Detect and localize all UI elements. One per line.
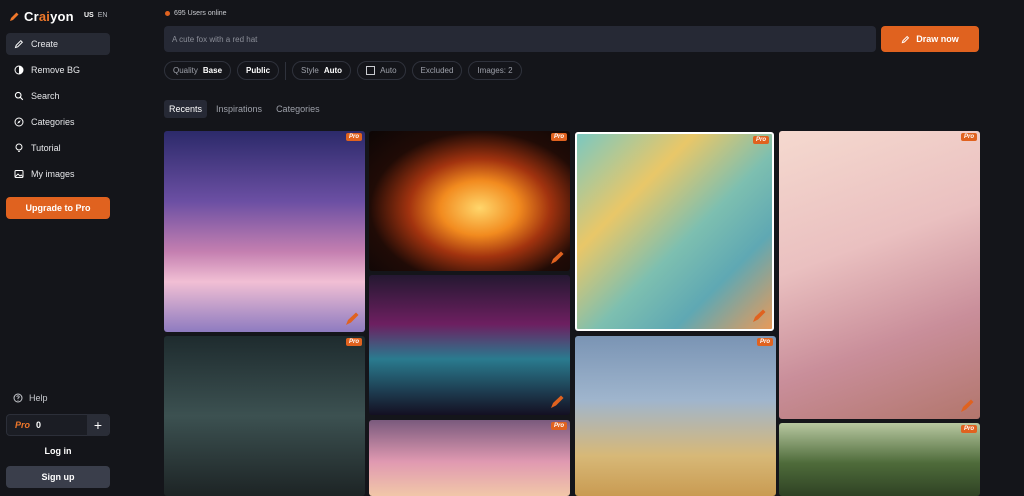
sidebar-item-remove-bg[interactable]: Remove BG [6, 59, 110, 81]
signup-button[interactable]: Sign up [6, 466, 110, 488]
upgrade-to-pro-button[interactable]: Upgrade to Pro [6, 197, 110, 219]
tab-categories[interactable]: Categories [271, 100, 325, 118]
gallery-image-burning-laptop[interactable]: Pro [369, 131, 570, 271]
gallery-image-colorful-illustration[interactable]: Pro [575, 132, 774, 331]
images-count-selector[interactable]: Images: 2 [468, 61, 522, 80]
login-button[interactable]: Log in [6, 441, 110, 461]
sidebar-item-my-images[interactable]: My images [6, 163, 110, 185]
style-value: Auto [323, 66, 343, 75]
credits-pro-label: Pro [15, 420, 31, 430]
image-icon [14, 170, 24, 178]
quality-selector[interactable]: Quality Base [164, 61, 232, 80]
edit-brush-icon[interactable] [549, 394, 565, 410]
online-dot-icon [165, 11, 170, 16]
tab-inspirations[interactable]: Inspirations [211, 100, 267, 118]
pencil-icon [14, 39, 24, 49]
pro-badge: Pro [550, 133, 567, 141]
contrast-icon [14, 65, 24, 75]
sidebar-item-tutorial[interactable]: Tutorial [6, 137, 110, 159]
users-online-indicator: 695 Users online [165, 10, 227, 17]
aspect-ratio-selector[interactable]: Auto [357, 61, 406, 80]
lang-us[interactable]: US [84, 12, 94, 19]
pro-badge: Pro [960, 133, 977, 141]
sidebar-item-create[interactable]: Create [6, 33, 110, 55]
sidebar-item-categories[interactable]: Categories [6, 111, 110, 133]
help-label: Help [29, 393, 48, 403]
gallery-tabs: Recents Inspirations Categories [164, 100, 325, 118]
style-label: Style [301, 66, 319, 75]
prompt-input[interactable]: A cute fox with a red hat [164, 26, 876, 52]
sidebar-item-label: Search [31, 91, 60, 101]
sidebar-item-label: Categories [31, 117, 75, 127]
sidebar-nav: Create Remove BG Search Categories Tutor… [6, 33, 110, 189]
pro-badge: Pro [345, 338, 362, 346]
edit-brush-icon[interactable] [344, 311, 360, 327]
draw-now-label: Draw now [916, 34, 959, 44]
generation-options: Quality Base Public Style Auto Auto Excl… [164, 61, 528, 80]
edit-brush-icon[interactable] [959, 398, 975, 414]
images-count-label: Images: 2 [477, 66, 513, 75]
aspect-ratio-label: Auto [380, 66, 397, 75]
quality-label: Quality [173, 66, 198, 75]
lang-en[interactable]: EN [98, 12, 108, 19]
add-credits-button[interactable]: + [87, 414, 109, 436]
help-link[interactable]: Help [13, 393, 48, 403]
excluded-selector[interactable]: Excluded [411, 61, 463, 80]
pro-badge: Pro [345, 133, 362, 141]
edit-brush-icon[interactable] [549, 250, 565, 266]
brand-name: Craiyon [24, 9, 74, 24]
sidebar-item-label: My images [31, 169, 75, 179]
gallery-image-bald-character[interactable]: Pro [575, 336, 776, 496]
pro-badge: Pro [752, 136, 769, 144]
draw-now-button[interactable]: Draw now [881, 26, 979, 52]
public-toggle[interactable]: Public [237, 61, 280, 80]
brand-logo[interactable]: Craiyon [8, 9, 74, 24]
aspect-ratio-icon [366, 66, 376, 75]
pencil-logo-icon [10, 12, 19, 21]
gallery-image-dark-forest-figure[interactable]: Pro [164, 336, 365, 496]
compass-icon [14, 117, 24, 127]
gallery-image-neon-city[interactable] [369, 275, 570, 415]
gallery-image-pink-sky[interactable]: Pro [369, 420, 570, 496]
pro-badge: Pro [756, 338, 773, 346]
gallery-image-cartoon-bedroom[interactable]: Pro [779, 131, 980, 419]
image-gallery: Pro Pro Pro Pro Pro Pro Pro Pro [164, 131, 980, 496]
help-icon [13, 393, 23, 403]
gallery-image-green-forest[interactable]: Pro [779, 423, 980, 496]
search-icon [14, 91, 24, 101]
sidebar-item-label: Remove BG [31, 65, 81, 75]
sidebar-item-label: Tutorial [31, 143, 61, 153]
language-switcher[interactable]: US EN [84, 12, 107, 19]
sidebar: Craiyon US EN Create Remove BG Search Ca… [0, 0, 118, 496]
pencil-icon [901, 35, 910, 43]
divider [285, 61, 287, 80]
pro-badge: Pro [960, 425, 977, 433]
style-selector[interactable]: Style Auto [292, 61, 352, 80]
tab-recents[interactable]: Recents [164, 100, 208, 118]
bulb-icon [15, 143, 23, 152]
sidebar-item-search[interactable]: Search [6, 85, 110, 107]
prompt-placeholder: A cute fox with a red hat [172, 34, 258, 44]
gallery-image-floating-castle[interactable]: Pro [164, 131, 365, 332]
quality-value: Base [202, 66, 223, 75]
credits-count: 0 [36, 420, 42, 430]
credits-box: Pro 0 + [6, 414, 110, 436]
edit-brush-icon[interactable] [751, 308, 767, 324]
users-online-text: 695 Users online [174, 10, 227, 17]
public-label: Public [246, 66, 271, 75]
excluded-label: Excluded [420, 66, 454, 75]
sidebar-item-label: Create [31, 39, 59, 49]
pro-badge: Pro [550, 422, 567, 430]
